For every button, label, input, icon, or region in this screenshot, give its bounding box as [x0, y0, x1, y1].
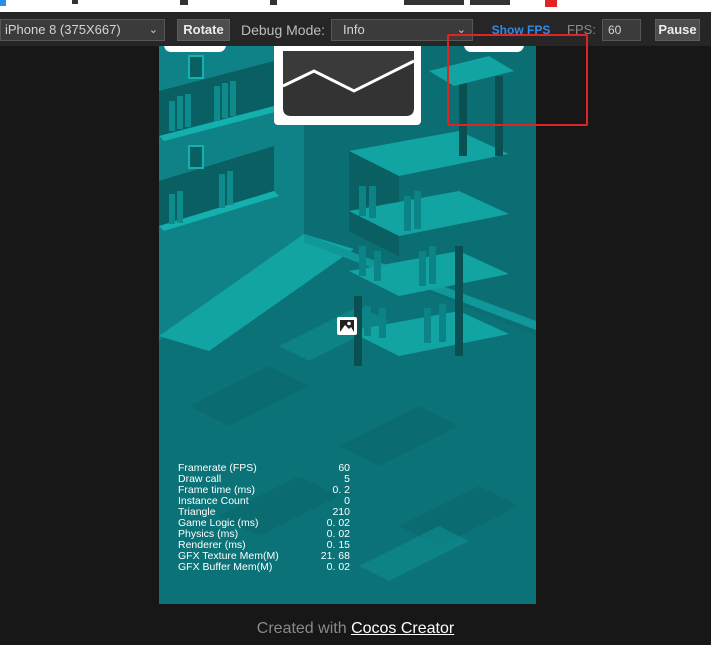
- stat-value: 0. 02: [326, 561, 350, 573]
- footer-created-with: Created with: [256, 620, 347, 637]
- device-select-value: iPhone 8 (375X667): [5, 22, 121, 37]
- highlight-box: [447, 34, 588, 126]
- stat-row: GFX Buffer Mem(M) 0. 02: [178, 562, 350, 573]
- browser-top-strip: [0, 0, 711, 12]
- debug-mode-value: Info: [343, 22, 365, 37]
- fps-input[interactable]: 60: [602, 19, 641, 41]
- debug-stats-panel: Framerate (FPS) 60 Draw call 5 Frame time …: [178, 463, 350, 573]
- game-canvas[interactable]: Framerate (FPS) 60 Draw call 5 Frame time …: [159, 46, 536, 604]
- rotate-button[interactable]: Rotate: [177, 19, 230, 41]
- pause-button[interactable]: Pause: [655, 19, 700, 41]
- debug-mode-label: Debug Mode:: [241, 22, 326, 38]
- cocos-creator-link[interactable]: Cocos Creator: [351, 620, 454, 637]
- image-placeholder-icon: [337, 317, 357, 335]
- chevron-down-icon: ⌄: [148, 24, 158, 36]
- stat-label: GFX Buffer Mem(M): [178, 561, 273, 573]
- device-select[interactable]: iPhone 8 (375X667) ⌄: [0, 19, 165, 41]
- footer-credit: Created with Cocos Creator: [0, 620, 711, 638]
